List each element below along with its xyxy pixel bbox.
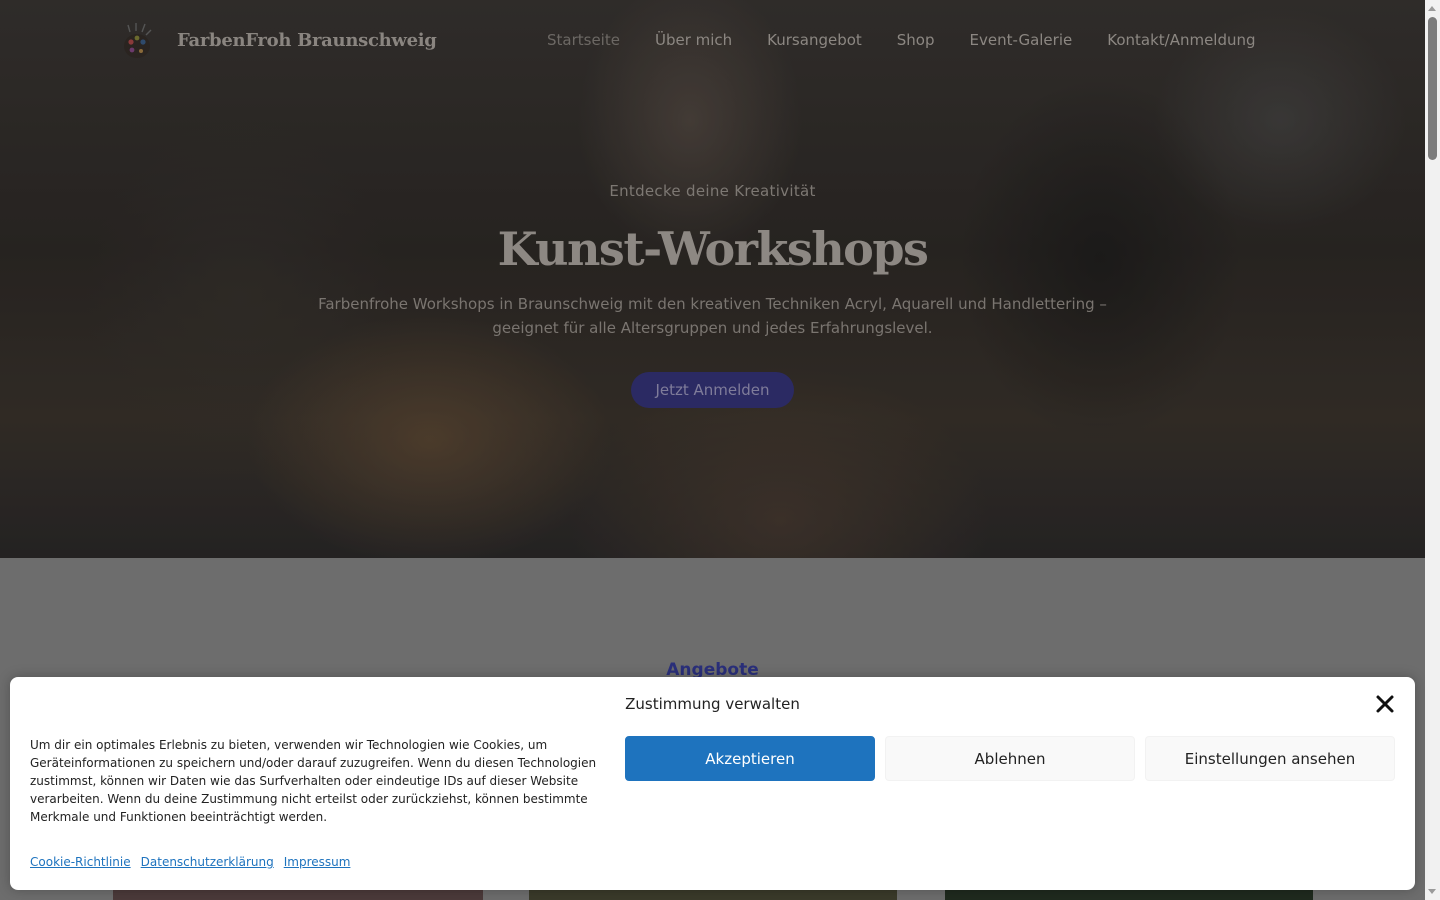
nav-item-ueber-mich[interactable]: Über mich <box>655 31 732 49</box>
consent-title: Zustimmung verwalten <box>625 695 800 713</box>
cookie-consent-banner: Zustimmung verwalten Um dir ein optimale… <box>10 677 1415 890</box>
main-nav: Startseite Über mich Kursangebot Shop Ev… <box>547 31 1256 49</box>
nav-item-kursangebot[interactable]: Kursangebot <box>767 31 862 49</box>
imprint-link[interactable]: Impressum <box>284 855 351 869</box>
nav-item-kontakt-anmeldung[interactable]: Kontakt/Anmeldung <box>1107 31 1255 49</box>
nav-item-event-galerie[interactable]: Event-Galerie <box>970 31 1073 49</box>
deny-button[interactable]: Ablehnen <box>885 736 1135 781</box>
hero-title: Kunst-Workshops <box>497 222 929 276</box>
view-settings-button[interactable]: Einstellungen ansehen <box>1145 736 1395 781</box>
site-brand[interactable]: FarbenFroh Braunschweig <box>177 30 437 51</box>
consent-message: Um dir ein optimales Erlebnis zu bieten,… <box>30 738 597 824</box>
privacy-policy-link[interactable]: Datenschutzerklärung <box>141 855 274 869</box>
scroll-down-arrow-icon[interactable] <box>1428 889 1436 894</box>
consent-links: Cookie-Richtlinie Datenschutzerklärung I… <box>30 855 350 869</box>
nav-item-startseite[interactable]: Startseite <box>547 31 620 49</box>
nav-item-shop[interactable]: Shop <box>897 31 935 49</box>
scroll-up-arrow-icon[interactable] <box>1428 6 1436 11</box>
hero-image-overlay <box>0 0 1425 558</box>
hero-description: Farbenfrohe Workshops in Braunschweig mi… <box>318 295 1107 337</box>
register-now-button[interactable]: Jetzt Anmelden <box>631 372 794 408</box>
painter-palette-icon[interactable] <box>120 22 156 64</box>
scrollbar-thumb[interactable] <box>1428 17 1437 160</box>
close-icon[interactable] <box>1375 694 1395 714</box>
site-header: FarbenFroh Braunschweig Startseite Über … <box>0 0 1425 82</box>
accept-button[interactable]: Akzeptieren <box>625 736 875 781</box>
page-scrollbar[interactable] <box>1425 0 1440 900</box>
hero-kicker: Entdecke deine Kreativität <box>609 182 816 200</box>
hero-section: FarbenFroh Braunschweig Startseite Über … <box>0 0 1425 558</box>
cookie-policy-link[interactable]: Cookie-Richtlinie <box>30 855 131 869</box>
